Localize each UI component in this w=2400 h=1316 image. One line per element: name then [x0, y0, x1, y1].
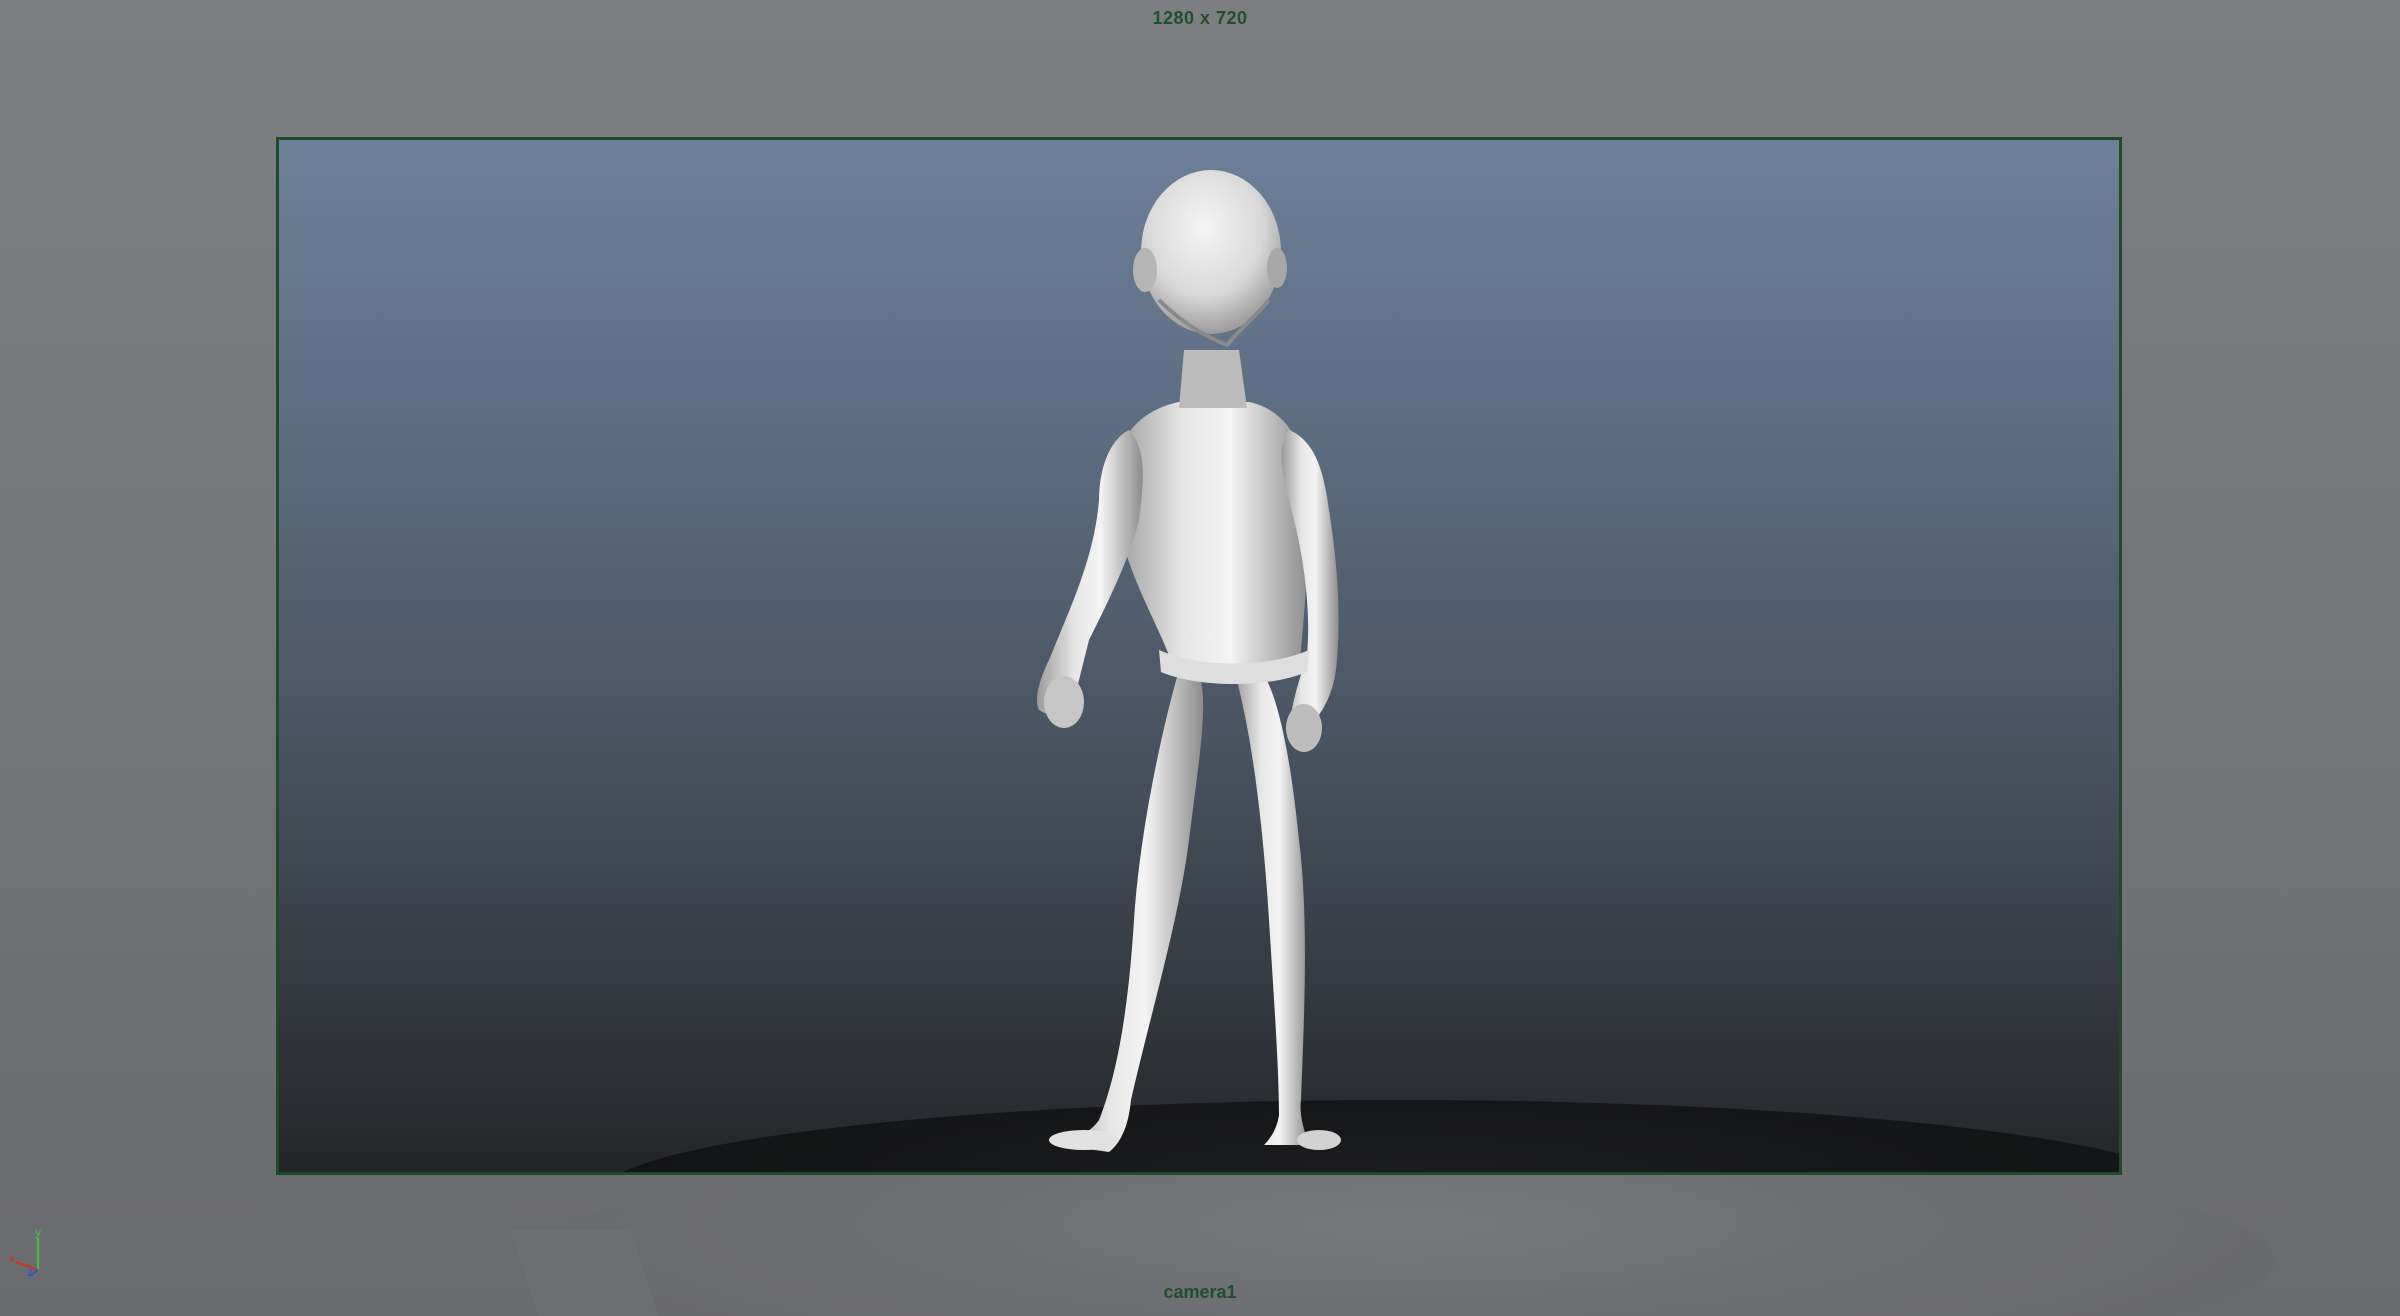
left-hand [1044, 676, 1084, 728]
resolution-gate [276, 137, 2122, 1175]
camera-label: camera1 [1163, 1282, 1237, 1302]
torso [1114, 402, 1309, 682]
3d-viewport[interactable]: 1280 x 720 y x z camera1 [0, 0, 2400, 1316]
right-foot [1297, 1130, 1341, 1150]
ear-right [1267, 248, 1287, 288]
axis-gizmo-icon: y x z [9, 1226, 41, 1278]
axis-z-label: z [27, 1265, 33, 1278]
ear-left [1133, 248, 1157, 292]
left-foot [1049, 1130, 1119, 1150]
left-arm [1037, 430, 1143, 716]
axis-x-label: x [9, 1251, 15, 1265]
right-hand [1286, 704, 1322, 752]
axis-y-label: y [35, 1226, 41, 1239]
neck [1179, 350, 1247, 408]
character-model[interactable] [279, 140, 2122, 1175]
left-leg [1059, 670, 1204, 1152]
resolution-label: 1280 x 720 [1152, 8, 1248, 28]
